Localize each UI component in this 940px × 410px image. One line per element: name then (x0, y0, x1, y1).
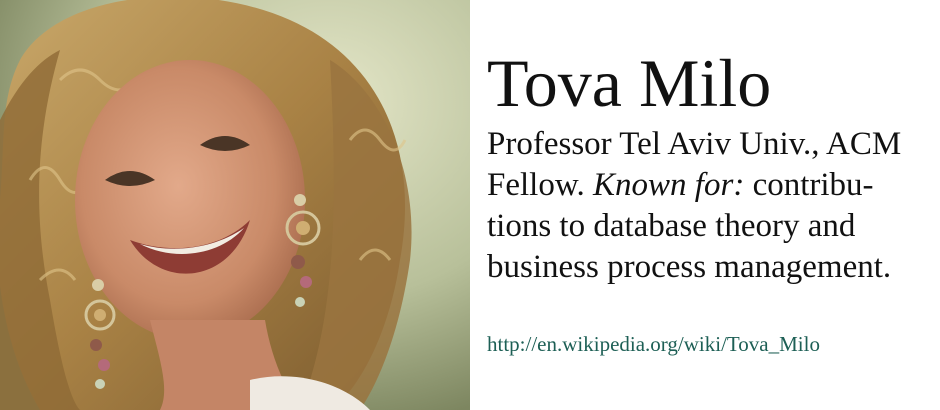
description-line-3: tions to database theory and (487, 208, 856, 244)
profile-description: Professor Tel Aviv Univ., ACM Fellow. Kno… (487, 124, 932, 288)
description-line-2-prefix: Fellow. (487, 167, 594, 203)
portrait-photo (0, 0, 470, 410)
person-name: Tova Milo (487, 45, 772, 121)
description-line-2-suffix: contribu- (744, 167, 874, 203)
description-line-4: business process management. (487, 249, 892, 285)
profile-card: Tova Milo Professor Tel Aviv Univ., ACM F… (0, 0, 940, 410)
profile-info: Tova Milo Professor Tel Aviv Univ., ACM F… (487, 46, 932, 288)
description-line-1: Professor Tel Aviv Univ., ACM (487, 126, 902, 162)
portrait-illustration (0, 0, 470, 410)
wikipedia-link[interactable]: http://en.wikipedia.org/wiki/Tova_Milo (487, 332, 820, 357)
known-for-label: Known for: (593, 167, 745, 203)
